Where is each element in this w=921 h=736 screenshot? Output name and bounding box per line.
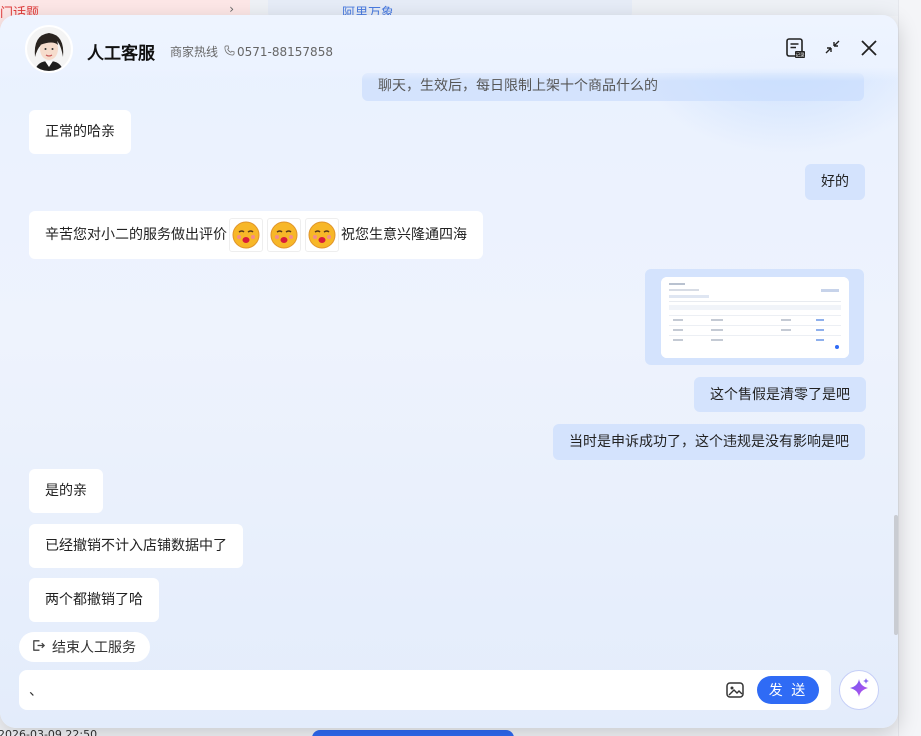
kiss-emoji-icon bbox=[229, 218, 263, 252]
ai-sparkle-icon bbox=[847, 676, 871, 704]
phone-icon bbox=[224, 45, 235, 59]
chevron-right-icon: › bbox=[229, 2, 234, 16]
kiss-emoji-icon bbox=[267, 218, 301, 252]
exit-icon bbox=[31, 638, 46, 657]
message-scrollbar[interactable] bbox=[894, 515, 898, 635]
chat-header: 人工客服 商家热线 0571-88157858 记录 bbox=[0, 15, 898, 81]
background-date: 2026-03-09 22:50 bbox=[0, 728, 98, 736]
background-blue-button[interactable] bbox=[312, 730, 514, 736]
message-agent: 正常的哈亲 bbox=[29, 110, 131, 154]
message-input[interactable] bbox=[29, 678, 709, 702]
history-badge-label: 记录 bbox=[796, 52, 805, 59]
message-user: 当时是申诉成功了，这个违规是没有影响是吧 bbox=[553, 424, 865, 460]
message-agent: 已经撤销不计入店铺数据中了 bbox=[29, 524, 243, 568]
message-input-box[interactable]: 发 送 bbox=[19, 670, 831, 710]
message-agent: 两个都撤销了哈 bbox=[29, 578, 159, 622]
kiss-emoji-icon bbox=[305, 218, 339, 252]
message-list: 聊天，生效后，每日限制上架十个商品什么的 正常的哈亲 好的 辛苦您对小二的服务做… bbox=[0, 15, 898, 630]
history-record-icon[interactable]: 记录 bbox=[784, 37, 806, 59]
close-icon[interactable] bbox=[858, 37, 880, 59]
message-agent-rating: 辛苦您对小二的服务做出评价 祝您生意兴隆通四海 bbox=[29, 211, 483, 259]
send-button[interactable]: 发 送 bbox=[757, 676, 819, 704]
chat-window: 聊天，生效后，每日限制上架十个商品什么的 正常的哈亲 好的 辛苦您对小二的服务做… bbox=[0, 15, 898, 728]
message-user-image[interactable] bbox=[645, 269, 864, 365]
hotline: 商家热线 0571-88157858 bbox=[170, 44, 333, 60]
message-user: 这个售假是清零了是吧 bbox=[694, 377, 866, 412]
avatar bbox=[25, 25, 73, 73]
agent-name: 人工客服 bbox=[87, 44, 155, 64]
end-service-button[interactable]: 结束人工服务 bbox=[19, 632, 150, 662]
message-agent: 是的亲 bbox=[29, 469, 103, 513]
minimize-icon[interactable] bbox=[822, 37, 844, 59]
ai-assistant-button[interactable] bbox=[839, 670, 879, 710]
image-upload-icon[interactable] bbox=[725, 680, 745, 700]
background-right-strip bbox=[898, 0, 921, 736]
screenshot-thumbnail[interactable] bbox=[661, 277, 849, 358]
message-user: 好的 bbox=[805, 164, 865, 200]
